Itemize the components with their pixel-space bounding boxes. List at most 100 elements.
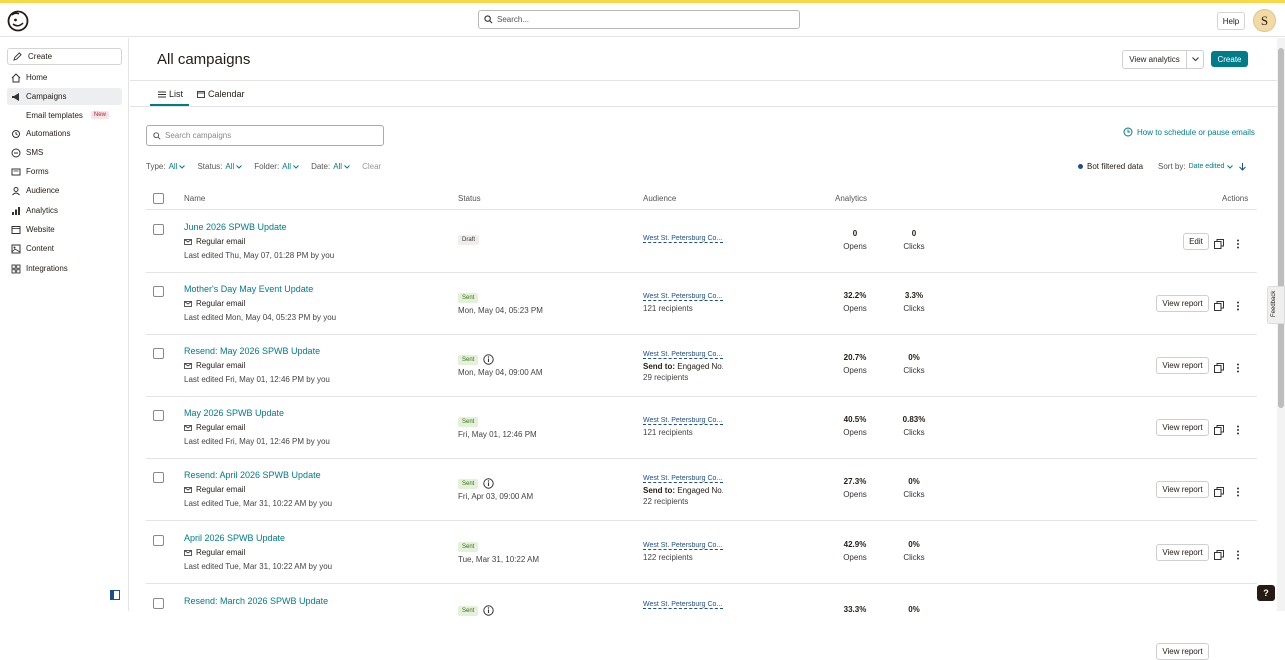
date-filter-label: Date: bbox=[311, 162, 331, 171]
audience-link[interactable]: West St. Petersburg Co... bbox=[643, 351, 723, 359]
column-header-name[interactable]: Name bbox=[184, 194, 205, 203]
view-report-button[interactable]: View report bbox=[1156, 419, 1209, 436]
avatar[interactable]: S bbox=[1253, 9, 1276, 32]
sidebar-item-home[interactable]: Home bbox=[7, 69, 122, 86]
create-campaign-button[interactable]: Create bbox=[1211, 51, 1248, 67]
replicate-icon[interactable] bbox=[1214, 422, 1224, 440]
mailchimp-logo-icon[interactable] bbox=[7, 10, 29, 32]
feedback-tab[interactable]: Feedback bbox=[1267, 286, 1285, 324]
more-options-icon[interactable] bbox=[1236, 360, 1240, 378]
sidebar-item-content[interactable]: Content bbox=[7, 240, 122, 257]
global-search-input[interactable]: Search... bbox=[478, 10, 800, 29]
audience-link[interactable]: West St. Petersburg Co... bbox=[643, 475, 723, 483]
row-checkbox[interactable] bbox=[153, 472, 164, 483]
sidebar-item-label: Integrations bbox=[26, 264, 68, 273]
sidebar-item-website[interactable]: Website bbox=[7, 221, 122, 238]
campaign-name-link[interactable]: Resend: March 2026 SPWB Update bbox=[184, 596, 328, 606]
row-checkbox[interactable] bbox=[153, 598, 164, 609]
more-options-icon[interactable] bbox=[1236, 422, 1240, 440]
view-report-button[interactable]: View report bbox=[1156, 295, 1209, 312]
sort-control[interactable]: Sort by: Date edited bbox=[1158, 162, 1247, 171]
audience-link[interactable]: West St. Petersburg Co... bbox=[643, 293, 723, 301]
sidebar-collapse-icon[interactable] bbox=[110, 587, 120, 605]
select-all-checkbox[interactable] bbox=[153, 193, 164, 204]
sidebar-item-label: Forms bbox=[26, 167, 49, 176]
sidebar-subitem-email-templates[interactable]: Email templates New bbox=[26, 108, 109, 122]
edit-button[interactable]: Edit bbox=[1183, 233, 1209, 250]
view-analytics-button[interactable]: View analytics bbox=[1122, 50, 1204, 69]
sidebar-item-automations[interactable]: Automations bbox=[7, 125, 122, 142]
date-filter[interactable]: Date: All bbox=[311, 162, 350, 171]
sidebar-item-integrations[interactable]: Integrations bbox=[7, 260, 122, 277]
campaign-name-link[interactable]: June 2026 SPWB Update bbox=[184, 222, 287, 232]
status-badge: Draft bbox=[458, 235, 480, 245]
campaign-name-link[interactable]: May 2026 SPWB Update bbox=[184, 408, 284, 418]
view-report-button[interactable]: View report bbox=[1156, 643, 1209, 660]
send-to-label: Send to: bbox=[643, 362, 675, 371]
audience-link[interactable]: West St. Petersburg Co... bbox=[643, 417, 723, 425]
tab-label: List bbox=[169, 89, 184, 99]
more-options-icon[interactable] bbox=[1236, 547, 1240, 565]
clicks-value: 3.3% bbox=[904, 291, 924, 300]
view-report-button[interactable]: View report bbox=[1156, 357, 1209, 374]
row-checkbox[interactable] bbox=[153, 286, 164, 297]
view-report-button[interactable]: View report bbox=[1156, 544, 1209, 561]
sidebar-item-analytics[interactable]: Analytics bbox=[7, 202, 122, 219]
search-campaigns-input[interactable]: Search campaigns bbox=[146, 125, 384, 146]
audience-link[interactable]: West St. Petersburg Co... bbox=[643, 235, 723, 243]
page-scrollbar[interactable] bbox=[1277, 38, 1285, 611]
tab-calendar[interactable]: Calendar bbox=[197, 88, 245, 100]
campaign-type-label: Regular email bbox=[196, 299, 246, 308]
campaign-type: Regular email bbox=[184, 423, 245, 432]
replicate-icon[interactable] bbox=[1214, 298, 1224, 316]
audience-link[interactable]: West St. Petersburg Co... bbox=[643, 542, 723, 550]
clicks-label: Clicks bbox=[903, 242, 925, 251]
clear-filters-button[interactable]: Clear bbox=[362, 162, 381, 171]
audience-link[interactable]: West St. Petersburg Co... bbox=[643, 601, 723, 609]
sidebar-item-label: Campaigns bbox=[26, 92, 67, 101]
chevron-down-icon[interactable] bbox=[1187, 57, 1203, 62]
column-header-status: Status bbox=[458, 194, 481, 203]
replicate-icon[interactable] bbox=[1214, 484, 1224, 502]
more-options-icon[interactable] bbox=[1236, 236, 1240, 254]
row-checkbox[interactable] bbox=[153, 535, 164, 546]
replicate-icon[interactable] bbox=[1214, 236, 1224, 254]
row-checkbox[interactable] bbox=[153, 224, 164, 235]
campaign-name-link[interactable]: Resend: May 2026 SPWB Update bbox=[184, 346, 320, 356]
campaign-name-link[interactable]: Resend: April 2026 SPWB Update bbox=[184, 470, 321, 480]
sms-icon bbox=[11, 148, 21, 157]
replicate-icon[interactable] bbox=[1214, 547, 1224, 565]
opens-label: Opens bbox=[843, 553, 867, 562]
sidebar-item-campaigns[interactable]: Campaigns bbox=[7, 88, 122, 105]
help-fab-button[interactable]: ? bbox=[1257, 585, 1275, 601]
row-checkbox[interactable] bbox=[153, 348, 164, 359]
scrollbar-thumb[interactable] bbox=[1278, 48, 1284, 408]
bot-filtered-toggle[interactable]: Bot filtered data bbox=[1078, 162, 1143, 171]
tab-list[interactable]: List bbox=[158, 88, 183, 100]
campaign-name-link[interactable]: April 2026 SPWB Update bbox=[184, 533, 285, 543]
view-analytics-label[interactable]: View analytics bbox=[1123, 51, 1187, 68]
row-checkbox[interactable] bbox=[153, 410, 164, 421]
more-options-icon[interactable] bbox=[1236, 298, 1240, 316]
schedule-help-link[interactable]: How to schedule or pause emails bbox=[1123, 127, 1255, 137]
sort-value: Date edited bbox=[1188, 163, 1225, 170]
feedback-label: Feedback bbox=[1271, 290, 1277, 317]
sort-direction-icon[interactable] bbox=[1239, 162, 1247, 171]
type-filter[interactable]: Type: All bbox=[146, 162, 186, 171]
sidebar-item-forms[interactable]: Forms bbox=[7, 163, 122, 180]
more-options-icon[interactable] bbox=[1236, 484, 1240, 502]
sidebar-item-audience[interactable]: Audience bbox=[7, 182, 122, 199]
replicate-icon[interactable] bbox=[1214, 360, 1224, 378]
opens-label: Opens bbox=[843, 242, 867, 251]
folder-filter[interactable]: Folder: All bbox=[254, 162, 299, 171]
column-header-actions: Actions bbox=[1222, 194, 1249, 203]
envelope-icon bbox=[184, 486, 192, 493]
campaign-name-link[interactable]: Mother's Day May Event Update bbox=[184, 284, 313, 294]
clicks-value: 0.83% bbox=[902, 415, 926, 424]
sidebar-item-sms[interactable]: SMS bbox=[7, 144, 122, 161]
info-icon[interactable] bbox=[483, 603, 494, 621]
view-report-button[interactable]: View report bbox=[1156, 481, 1209, 498]
sidebar-create-button[interactable]: Create bbox=[7, 48, 122, 65]
status-filter[interactable]: Status: All bbox=[197, 162, 243, 171]
help-button[interactable]: Help bbox=[1217, 12, 1245, 30]
